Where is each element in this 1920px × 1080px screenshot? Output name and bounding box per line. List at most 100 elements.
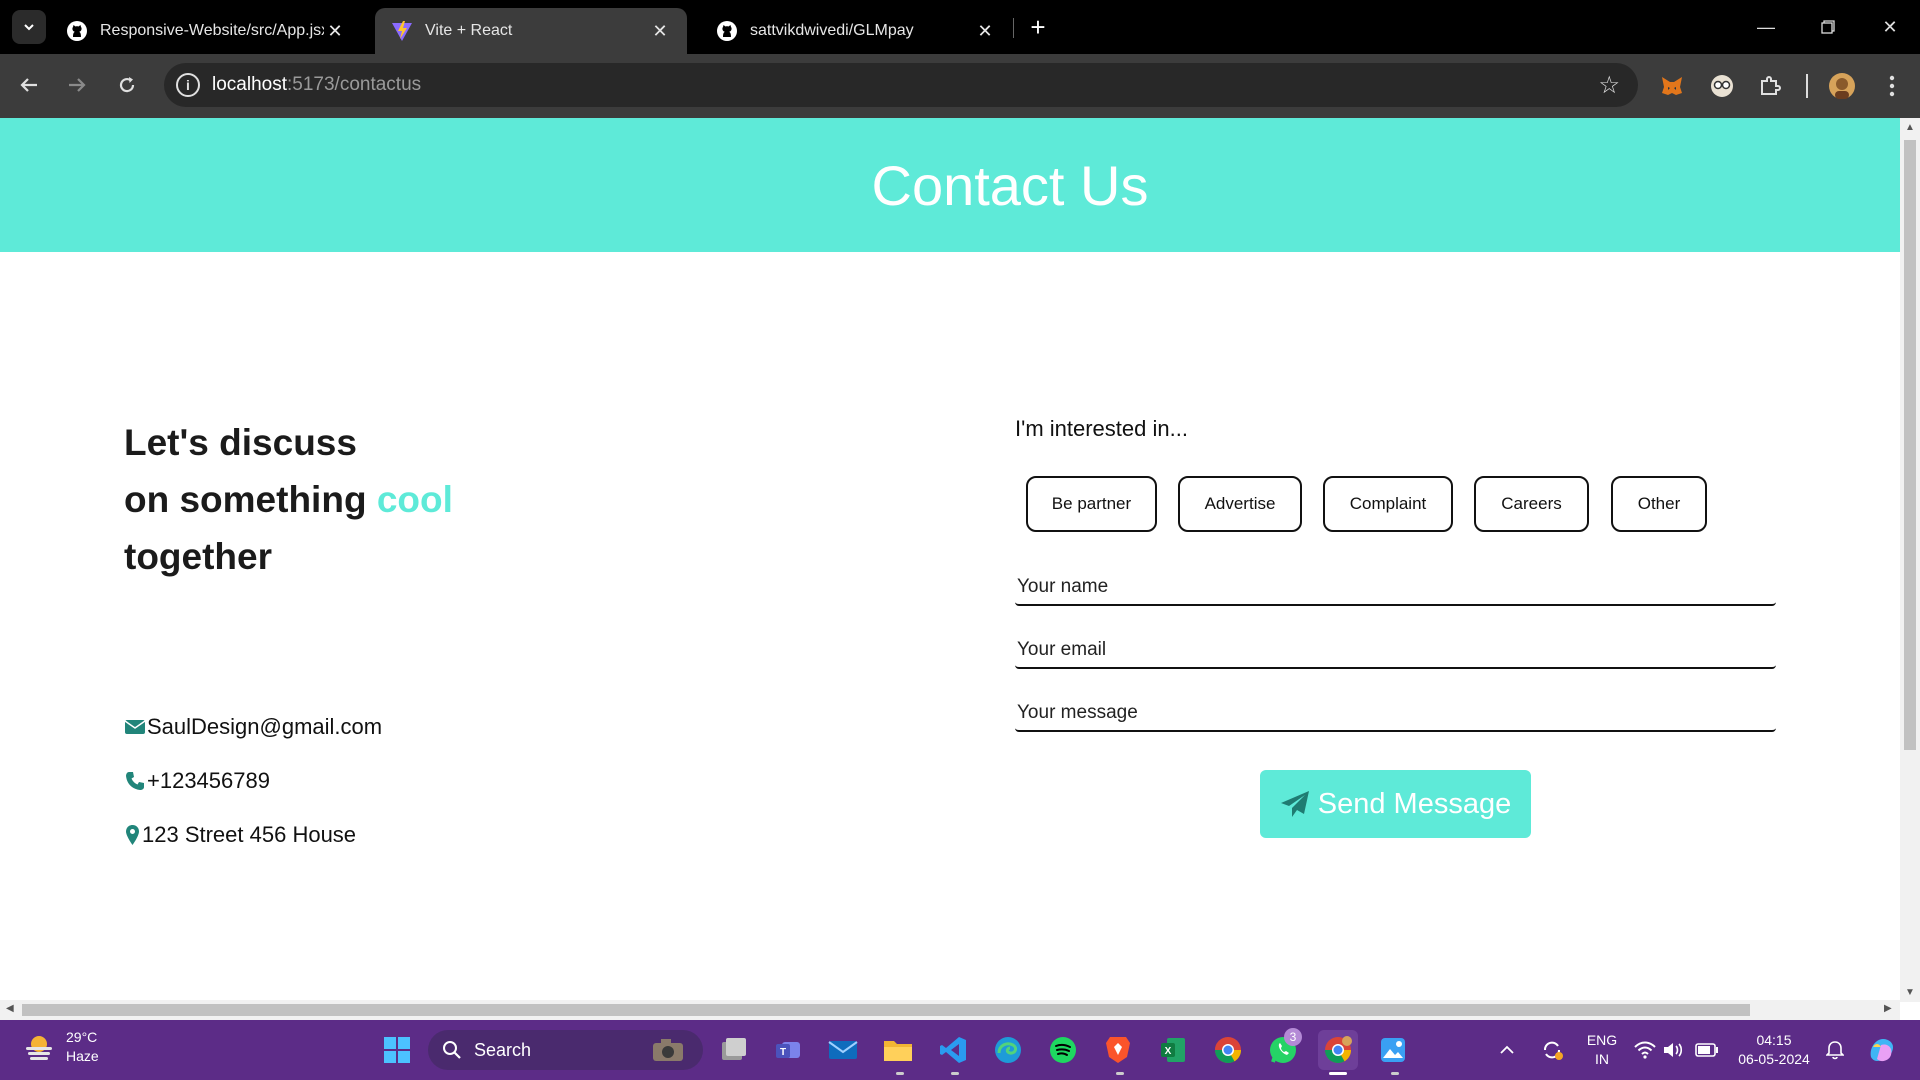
excel-icon[interactable]: X [1153, 1030, 1193, 1070]
option-careers-button[interactable]: Careers [1474, 476, 1589, 532]
extensions-puzzle-icon[interactable] [1756, 72, 1784, 100]
send-message-button[interactable]: Send Message [1260, 770, 1531, 838]
edge-icon[interactable] [988, 1030, 1028, 1070]
windows-taskbar: 29°C Haze Search T X 3 ENG IN 04:15 06-0… [0, 1020, 1920, 1080]
plus-icon: + [1030, 11, 1046, 42]
close-window-button[interactable]: ✕ [1870, 10, 1910, 44]
close-icon: ✕ [1882, 16, 1898, 37]
mail-icon[interactable] [823, 1030, 863, 1070]
tab-vite-react[interactable]: Vite + React ✕ [375, 8, 687, 54]
reload-button[interactable] [110, 68, 144, 102]
toolbar-divider [1806, 74, 1808, 98]
battery-icon[interactable] [1694, 1030, 1720, 1070]
back-button[interactable] [12, 68, 46, 102]
show-hidden-icons-button[interactable] [1493, 1030, 1521, 1070]
whatsapp-badge: 3 [1284, 1028, 1302, 1046]
kebab-menu-icon [1889, 75, 1895, 97]
clock-time: 04:15 [1756, 1032, 1792, 1048]
email-input[interactable] [1015, 627, 1776, 667]
browser-menu-button[interactable] [1878, 72, 1906, 100]
name-field-wrapper [1015, 564, 1776, 606]
language-indicator[interactable]: ENG IN [1582, 1031, 1622, 1069]
option-advertise-button[interactable]: Advertise [1178, 476, 1302, 532]
taskbar-search[interactable]: Search [428, 1030, 703, 1070]
weather-widget[interactable]: 29°C Haze [22, 1028, 99, 1066]
vscode-icon[interactable] [933, 1030, 973, 1070]
scroll-down-icon[interactable]: ▼ [1905, 987, 1915, 998]
horizontal-scrollbar[interactable]: ◀ ▶ [0, 1000, 1900, 1020]
tagline-accent-word: cool [376, 479, 453, 520]
restore-button[interactable] [1808, 10, 1848, 44]
tab-glmpay[interactable]: sattvikdwivedi/GLMpay ✕ [700, 8, 1012, 54]
spotify-icon[interactable] [1043, 1030, 1083, 1070]
option-complaint-button[interactable]: Complaint [1323, 476, 1453, 532]
teams-icon[interactable]: T [768, 1030, 808, 1070]
copilot-icon[interactable] [1862, 1030, 1902, 1070]
reload-icon [119, 77, 135, 93]
tab-responsive-website[interactable]: Responsive-Website/src/App.jsx ✕ [50, 8, 362, 54]
option-be-partner-button[interactable]: Be partner [1026, 476, 1157, 532]
vertical-scrollbar[interactable]: ▲ ▼ [1900, 118, 1920, 1002]
tagline-line-2: on something cool [124, 471, 453, 528]
notifications-bell-icon[interactable] [1822, 1030, 1848, 1070]
browser-toolbar: i localhost:5173/contactus ☆ [0, 54, 1920, 118]
photos-icon[interactable] [1373, 1030, 1413, 1070]
close-icon[interactable]: ✕ [649, 20, 671, 42]
tab-title: Vite + React [425, 22, 513, 39]
forward-button[interactable] [60, 68, 94, 102]
page-viewport: Contact Us Let's discuss on something co… [0, 118, 1900, 1002]
brave-icon[interactable] [1098, 1030, 1138, 1070]
close-icon[interactable]: ✕ [974, 20, 996, 42]
tab-title: sattvikdwivedi/GLMpay [750, 22, 914, 39]
chevron-up-icon [1500, 1045, 1514, 1054]
contact-phone-text: +123456789 [147, 768, 270, 793]
sync-icon[interactable] [1535, 1030, 1569, 1070]
clock[interactable]: 04:15 06-05-2024 [1728, 1031, 1820, 1069]
option-other-button[interactable]: Other [1611, 476, 1707, 532]
message-input[interactable] [1015, 690, 1776, 730]
wifi-icon[interactable] [1632, 1030, 1658, 1070]
page-header: Contact Us [0, 118, 1900, 252]
active-app-indicator [1329, 1072, 1347, 1075]
start-button[interactable] [377, 1030, 417, 1070]
minimize-button[interactable]: — [1746, 10, 1786, 44]
glasses-extension-icon[interactable] [1708, 72, 1736, 100]
scroll-left-icon[interactable]: ◀ [6, 1003, 14, 1014]
chrome-icon[interactable] [1208, 1030, 1248, 1070]
camera-search-highlight-icon [653, 1039, 683, 1061]
chrome-profile-active-icon[interactable] [1318, 1030, 1358, 1070]
language-line-1: ENG [1586, 1032, 1618, 1048]
weather-desc: Haze [66, 1048, 99, 1064]
map-pin-icon [124, 824, 141, 846]
site-info-icon[interactable]: i [176, 73, 200, 97]
tagline-line-3: together [124, 536, 272, 577]
name-input[interactable] [1015, 564, 1776, 604]
bookmark-star-icon[interactable]: ☆ [1598, 71, 1620, 100]
taskbar-search-label: Search [474, 1039, 532, 1060]
volume-icon[interactable] [1660, 1030, 1686, 1070]
tab-search-button[interactable] [12, 10, 46, 44]
haze-icon [26, 1036, 52, 1060]
task-view-icon[interactable] [714, 1030, 754, 1070]
new-tab-button[interactable]: + [1024, 11, 1052, 42]
paper-plane-icon [1280, 790, 1310, 818]
send-message-label: Send Message [1317, 787, 1512, 820]
url-text[interactable]: localhost:5173/contactus [212, 74, 421, 96]
close-icon[interactable]: ✕ [324, 20, 346, 42]
vite-icon [391, 20, 413, 42]
running-indicator [896, 1072, 904, 1075]
arrow-right-icon [69, 78, 86, 92]
vertical-scroll-thumb[interactable] [1904, 140, 1916, 750]
metamask-extension-icon[interactable] [1658, 72, 1686, 100]
profile-avatar[interactable] [1828, 72, 1856, 100]
tagline-line-2-text: on something [124, 479, 377, 520]
github-icon [716, 20, 738, 42]
search-icon [443, 1041, 461, 1059]
contact-email: SaulDesign@gmail.com [124, 714, 382, 740]
address-bar[interactable]: i localhost:5173/contactus ☆ [164, 63, 1638, 107]
scroll-right-icon[interactable]: ▶ [1884, 1003, 1892, 1014]
file-explorer-icon[interactable] [878, 1030, 918, 1070]
horizontal-scroll-thumb[interactable] [22, 1004, 1750, 1016]
scroll-up-icon[interactable]: ▲ [1905, 122, 1915, 133]
running-indicator [1116, 1072, 1124, 1075]
